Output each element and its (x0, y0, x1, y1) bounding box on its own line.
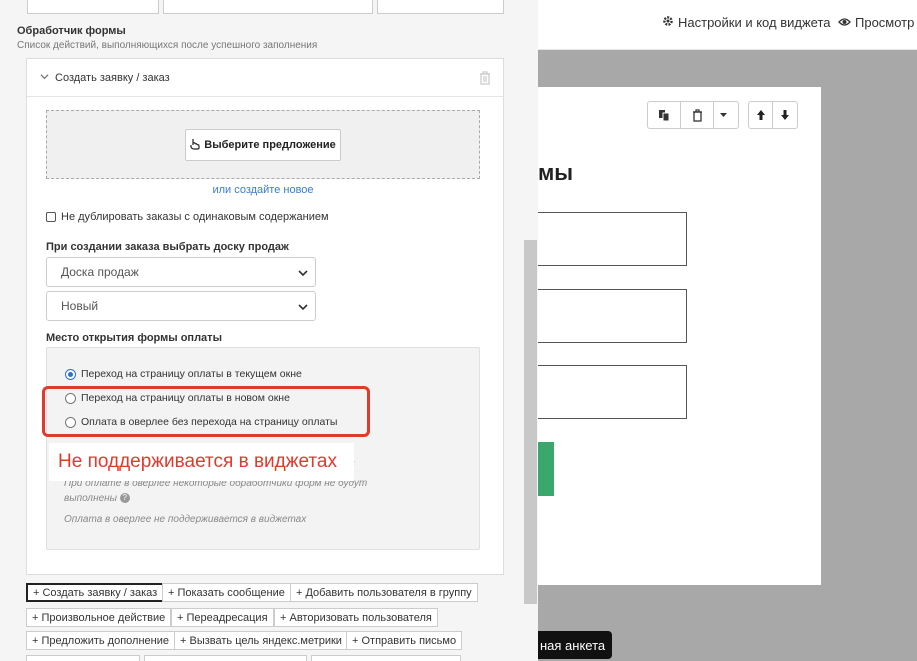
trash-icon[interactable] (479, 71, 491, 85)
move-toolbar (748, 101, 798, 129)
preview-label: Просмотр (855, 15, 915, 30)
section-subtitle: Список действий, выполняющихся после усп… (17, 40, 318, 51)
no-duplicates-label: Не дублировать заказы с одинаковым содер… (61, 211, 329, 223)
chevron-down-icon[interactable] (40, 72, 49, 84)
preview-link[interactable]: Просмотр (838, 15, 914, 30)
payment-notes: При оплате в оверлее некоторые обработчи… (64, 476, 414, 527)
board-select-value: Доска продаж (61, 265, 139, 279)
board-label: При создании заказа выбрать доску продаж (46, 241, 289, 253)
select-offer-button[interactable]: Выберите предложение (185, 129, 341, 161)
add-offer-addon-button[interactable]: + Предложить дополнение (26, 631, 175, 650)
add-redirect-button[interactable]: + Переадресация (171, 608, 274, 627)
annotation-label: Не поддерживается в виджетах (49, 443, 354, 481)
more-button-stub[interactable] (311, 655, 461, 661)
add-show-message-button[interactable]: + Показать сообщение (162, 583, 291, 602)
top-tabs-stub (27, 0, 504, 14)
radio-current-window[interactable] (65, 368, 76, 380)
preview-input-1[interactable] (538, 212, 687, 266)
chevron-down-icon (298, 267, 308, 277)
note-text-2: Оплата в оверлее не поддерживается в вид… (64, 514, 307, 525)
stub-tab-2[interactable] (163, 0, 373, 14)
payment-option-label: Переход на страницу оплаты в текущем окн… (81, 368, 302, 380)
action-card: Создать заявку / заказ Выберите предложе… (26, 58, 504, 575)
form-handler-panel: Обработчик формы Список действий, выполн… (0, 0, 538, 661)
stub-tab-3[interactable] (377, 0, 504, 14)
preview-input-2[interactable] (538, 289, 687, 343)
payment-label: Место открытия формы оплаты (46, 332, 222, 344)
add-user-to-group-button[interactable]: + Добавить пользователя в группу (290, 583, 478, 602)
eye-icon (838, 15, 851, 30)
add-custom-action-button[interactable]: + Произвольное действие (26, 608, 172, 627)
top-bar: Настройки и код виджета Просмотр (538, 0, 917, 50)
caret-down-icon[interactable] (714, 102, 732, 128)
payment-option-current[interactable]: Переход на страницу оплаты в текущем окн… (65, 368, 302, 380)
gear-icon (662, 15, 674, 30)
no-duplicates-row[interactable]: Не дублировать заказы с одинаковым содер… (46, 211, 329, 223)
preview-form-title: мы (538, 160, 574, 185)
block-toolbar (647, 101, 739, 129)
board-select[interactable]: Доска продаж (46, 257, 316, 287)
select-offer-label: Выберите предложение (204, 139, 336, 151)
add-send-email-button[interactable]: + Отправить письмо (346, 631, 463, 650)
create-new-link[interactable]: или создайте новое (27, 184, 499, 196)
stub-tab-1[interactable] (27, 0, 159, 14)
action-title: Создать заявку / заказ (55, 71, 170, 84)
status-select[interactable]: Новый (46, 291, 316, 321)
preview-submit-button[interactable] (538, 442, 554, 496)
offer-dropzone: Выберите предложение (46, 110, 480, 179)
section-title: Обработчик формы (17, 25, 126, 37)
chevron-down-icon (298, 301, 308, 311)
highlight-frame (42, 386, 370, 437)
arrow-down-icon[interactable] (773, 102, 797, 128)
more-button-stub[interactable] (26, 655, 140, 661)
help-icon[interactable]: ? (119, 493, 130, 504)
copy-icon[interactable] (648, 102, 681, 128)
widget-settings-label: Настройки и код виджета (678, 15, 831, 30)
hand-pointer-icon (190, 138, 200, 153)
trash-icon[interactable] (681, 102, 714, 128)
preview-bottom-label[interactable]: ная анкета (538, 631, 612, 659)
more-button-stub[interactable] (144, 655, 307, 661)
action-header[interactable]: Создать заявку / заказ (27, 59, 503, 97)
add-metrika-goal-button[interactable]: + Вызвать цель яндекс.метрики (174, 631, 348, 650)
arrow-up-icon[interactable] (749, 102, 773, 128)
status-select-value: Новый (61, 299, 99, 313)
add-create-order-button[interactable]: + Создать заявку / заказ (26, 583, 165, 602)
preview-input-3[interactable] (538, 365, 687, 419)
add-authorize-user-button[interactable]: + Авторизовать пользователя (274, 608, 438, 627)
widget-settings-link[interactable]: Настройки и код виджета (662, 15, 831, 30)
scrollbar[interactable] (524, 240, 537, 604)
no-duplicates-checkbox[interactable] (46, 212, 56, 222)
